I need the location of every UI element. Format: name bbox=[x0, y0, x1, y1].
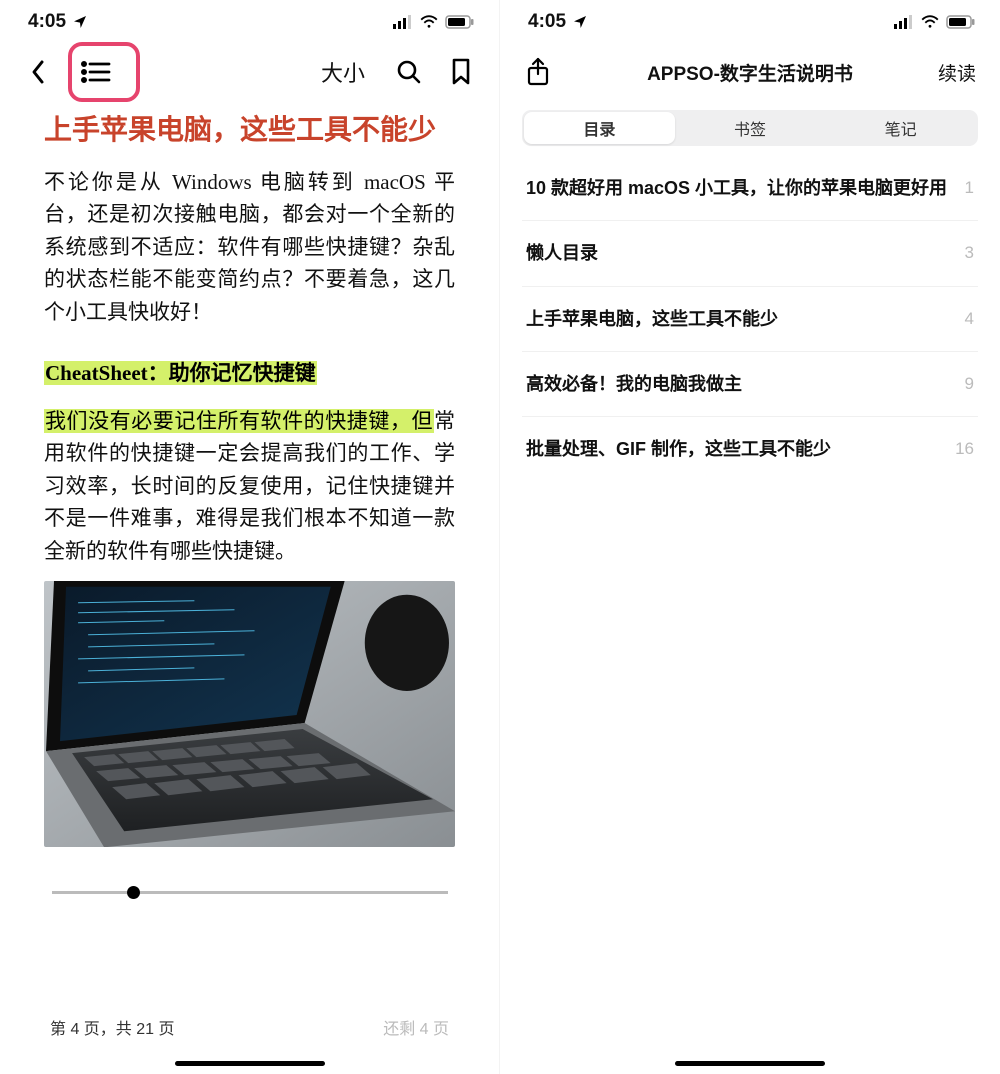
status-time: 4:05 bbox=[28, 11, 66, 33]
toc-screen: 4:05 APPSO-数字生活说明书 续读 目录 书签 笔记 10 款超好用 m… bbox=[500, 0, 1000, 1074]
location-icon bbox=[572, 14, 588, 30]
article-paragraph-1: 不论你是从 Windows 电脑转到 macOS 平台，还是初次接触电脑，都会对… bbox=[44, 166, 455, 329]
reader-toolbar: 大小 bbox=[0, 44, 499, 100]
highlight-text: CheatSheet：助你记忆快捷键 bbox=[44, 361, 317, 385]
status-bar: 4:05 bbox=[0, 0, 499, 44]
toc-navbar: APPSO-数字生活说明书 续读 bbox=[500, 44, 1000, 100]
progress-thumb[interactable] bbox=[127, 886, 140, 899]
cellular-icon bbox=[894, 15, 914, 29]
page-progress[interactable] bbox=[52, 891, 448, 894]
article-image bbox=[44, 581, 455, 847]
toc-item[interactable]: 懒人目录 3 bbox=[522, 221, 978, 286]
back-button[interactable] bbox=[18, 52, 58, 92]
wifi-icon bbox=[419, 15, 439, 29]
cellular-icon bbox=[393, 15, 413, 29]
current-page-label: 第 4 页，共 21 页 bbox=[50, 1015, 174, 1039]
location-icon bbox=[72, 14, 88, 30]
book-title: APPSO-数字生活说明书 bbox=[500, 59, 1000, 86]
toc-item-title: 10 款超好用 macOS 小工具，让你的苹果电脑更好用 bbox=[526, 176, 951, 200]
tab-bookmarks[interactable]: 书签 bbox=[675, 112, 826, 144]
highlight-text: 我们没有必要记住所有软件的快捷键，但 bbox=[44, 409, 434, 433]
toc-item-title: 批量处理、GIF 制作，这些工具不能少 bbox=[526, 437, 941, 461]
share-button[interactable] bbox=[518, 52, 558, 92]
continue-reading-button[interactable]: 续读 bbox=[938, 59, 982, 86]
toc-item-title: 懒人目录 bbox=[526, 241, 951, 265]
toc-item-page: 9 bbox=[965, 372, 974, 394]
article-paragraph-2: 我们没有必要记住所有软件的快捷键，但常用软件的快捷键一定会提高我们的工作、学习效… bbox=[44, 405, 455, 568]
page-indicator: 第 4 页，共 21 页 还剩 4 页 bbox=[0, 1015, 499, 1051]
toc-item-page: 4 bbox=[965, 307, 974, 329]
toc-item[interactable]: 高效必备！我的电脑我做主 9 bbox=[522, 352, 978, 417]
toc-item[interactable]: 上手苹果电脑，这些工具不能少 4 bbox=[522, 287, 978, 352]
article-subheading: CheatSheet：助你记忆快捷键 bbox=[44, 357, 455, 387]
search-button[interactable] bbox=[389, 52, 429, 92]
toc-item-page: 3 bbox=[965, 241, 974, 263]
article-title: 上手苹果电脑，这些工具不能少 bbox=[44, 112, 455, 150]
status-time: 4:05 bbox=[528, 11, 566, 33]
toc-list: 10 款超好用 macOS 小工具，让你的苹果电脑更好用 1 懒人目录 3 上手… bbox=[500, 156, 1000, 1051]
toc-item-page: 1 bbox=[965, 176, 974, 198]
reader-content: 上手苹果电脑，这些工具不能少 不论你是从 Windows 电脑转到 macOS … bbox=[0, 100, 499, 1015]
toc-item[interactable]: 10 款超好用 macOS 小工具，让你的苹果电脑更好用 1 bbox=[522, 156, 978, 221]
battery-icon bbox=[946, 15, 976, 29]
fontsize-button[interactable]: 大小 bbox=[321, 56, 365, 88]
home-indicator bbox=[675, 1061, 825, 1066]
tab-toc[interactable]: 目录 bbox=[524, 112, 675, 144]
reader-screen: 4:05 大小 上手苹果电脑，这些工具不能少 不论你是从 Windows 电脑转… bbox=[0, 0, 500, 1074]
tab-notes[interactable]: 笔记 bbox=[825, 112, 976, 144]
battery-icon bbox=[445, 15, 475, 29]
remaining-pages-label: 还剩 4 页 bbox=[383, 1015, 449, 1039]
status-bar: 4:05 bbox=[500, 0, 1000, 44]
segmented-control[interactable]: 目录 书签 笔记 bbox=[522, 110, 978, 146]
toc-button[interactable] bbox=[76, 52, 116, 92]
bookmark-button[interactable] bbox=[441, 52, 481, 92]
toc-item-title: 高效必备！我的电脑我做主 bbox=[526, 372, 951, 396]
toc-item-page: 16 bbox=[955, 437, 974, 459]
toc-item[interactable]: 批量处理、GIF 制作，这些工具不能少 16 bbox=[522, 417, 978, 481]
toc-item-title: 上手苹果电脑，这些工具不能少 bbox=[526, 307, 951, 331]
wifi-icon bbox=[920, 15, 940, 29]
home-indicator bbox=[175, 1061, 325, 1066]
